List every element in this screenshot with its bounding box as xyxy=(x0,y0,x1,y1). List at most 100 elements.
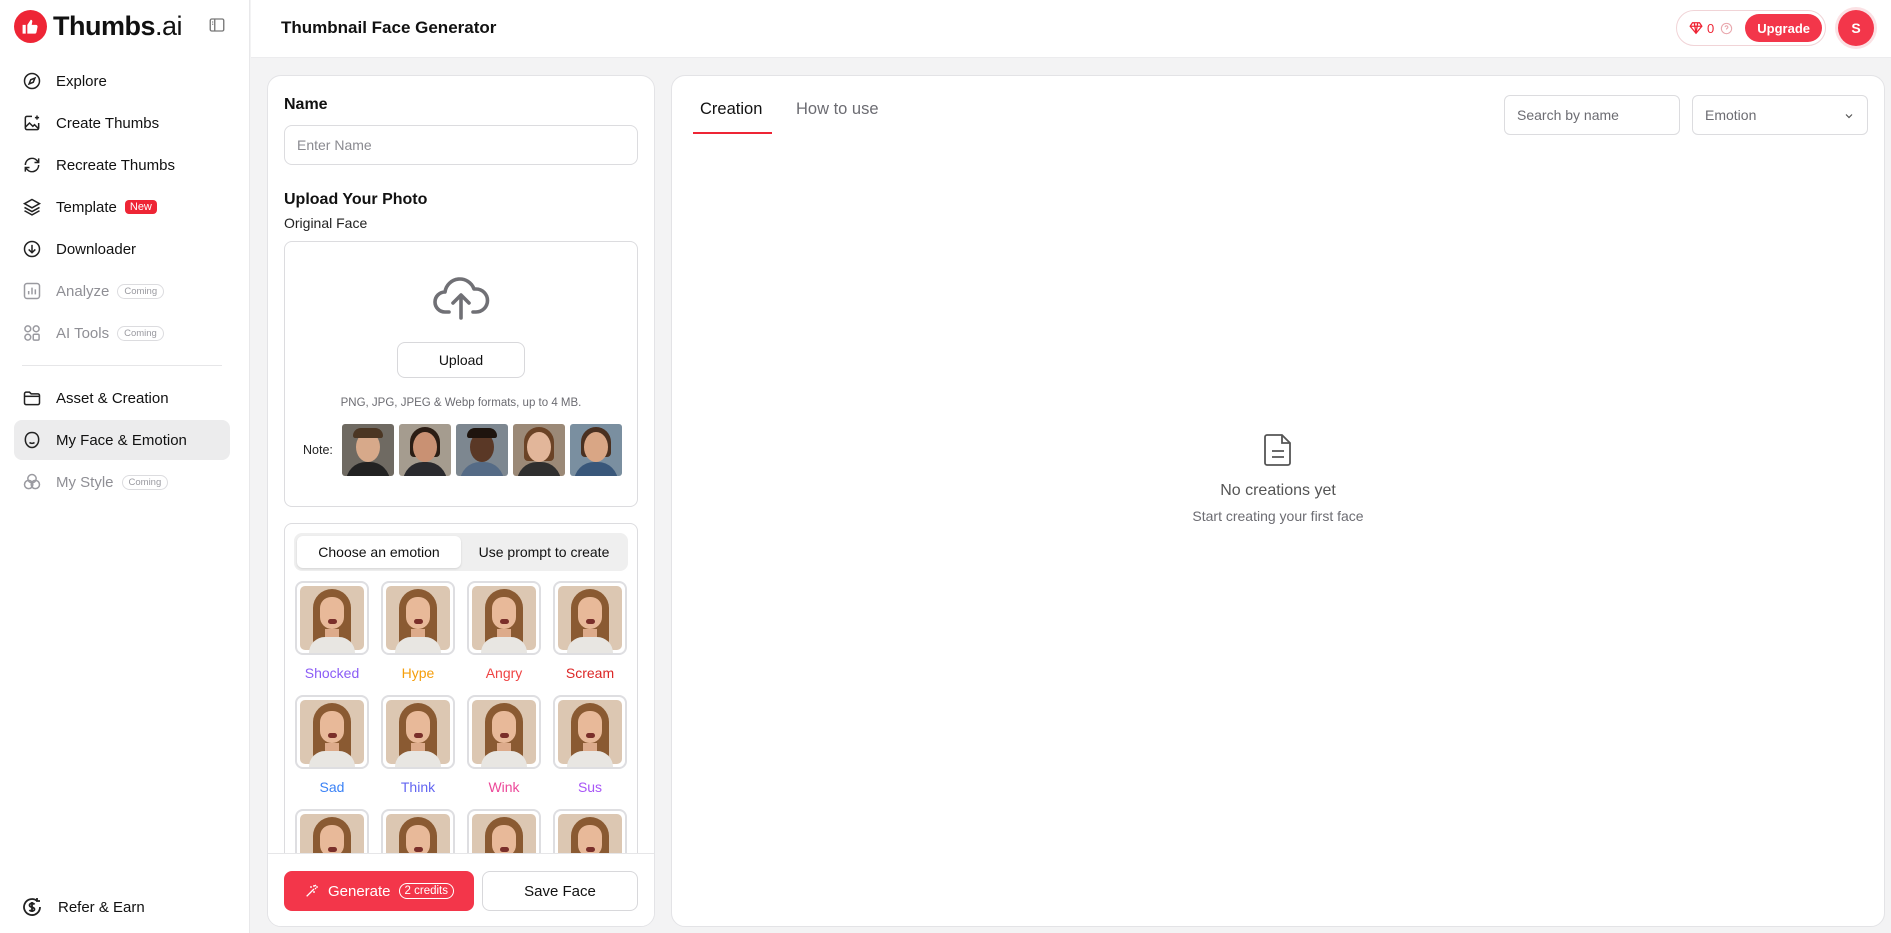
palette-icon xyxy=(23,473,41,490)
emotion-label: Think xyxy=(400,779,436,795)
sidebar-item-explore[interactable]: Explore xyxy=(14,61,230,101)
note-label: Note: xyxy=(303,443,333,457)
upload-button[interactable]: Upload xyxy=(397,342,525,378)
refresh-icon xyxy=(24,157,40,173)
emotion-label: Hype xyxy=(401,665,435,681)
smile-icon xyxy=(24,431,40,449)
example-face-image xyxy=(455,424,508,476)
name-title: Name xyxy=(284,96,328,113)
mode-segmented-control: Choose an emotion Use prompt to create xyxy=(294,533,628,571)
emotion-face-image xyxy=(295,581,369,655)
sidebar-item-my-style[interactable]: My Style Coming xyxy=(14,462,230,502)
sidebar-item-asset-creation[interactable]: Asset & Creation xyxy=(14,378,230,418)
sidebar-item-analyze[interactable]: Analyze Coming xyxy=(14,271,230,311)
sidebar-item-label: AI Tools xyxy=(56,324,110,342)
emotion-label: Shocked xyxy=(304,665,360,681)
sidebar-item-label: My Face & Emotion xyxy=(56,431,187,449)
page-title: Thumbnail Face Generator xyxy=(281,18,497,37)
emotion-option[interactable]: Hype xyxy=(381,581,455,681)
chevron-down-icon xyxy=(1845,114,1853,119)
empty-title: No creations yet xyxy=(1220,482,1336,499)
nav-divider xyxy=(22,365,222,366)
active-tab-indicator xyxy=(693,132,772,134)
sidebar-item-label: My Style xyxy=(56,473,114,491)
save-face-button[interactable]: Save Face xyxy=(482,871,638,911)
example-face-image xyxy=(398,424,451,476)
coming-badge: Coming xyxy=(121,474,169,490)
sidebar-item-label: Create Thumbs xyxy=(56,114,160,132)
magic-wand-icon xyxy=(306,884,318,897)
refer-and-earn-link[interactable]: Refer & Earn xyxy=(20,895,145,919)
emotion-filter-select[interactable]: Emotion xyxy=(1692,95,1868,135)
grid-icon xyxy=(24,325,40,341)
emotion-picker: Choose an emotion Use prompt to create S… xyxy=(284,523,638,883)
sidebar-item-label: Downloader xyxy=(56,240,137,258)
emotion-filter-value: Emotion xyxy=(1705,107,1757,123)
avatar[interactable]: S xyxy=(1838,10,1874,46)
dollar-refresh-icon xyxy=(23,898,41,916)
help-icon[interactable] xyxy=(1720,22,1733,35)
emotion-label: Sad xyxy=(319,779,345,795)
generate-button[interactable]: Generate 2 credits xyxy=(284,871,474,911)
emotion-label: Angry xyxy=(485,665,523,681)
document-icon xyxy=(1264,434,1291,466)
new-badge: New xyxy=(124,200,157,214)
layers-icon xyxy=(22,198,42,216)
upload-title: Upload Your Photo xyxy=(284,191,428,208)
emotion-option[interactable]: Shocked xyxy=(295,581,369,681)
refer-label: Refer & Earn xyxy=(58,898,145,916)
sidebar-nav: Explore Create Thumbs Recreate Thumbs Te… xyxy=(14,61,230,504)
upload-formats-hint: PNG, JPG, JPEG & Webp formats, up to 4 M… xyxy=(340,397,582,409)
upload-dropzone[interactable]: Upload PNG, JPG, JPEG & Webp formats, up… xyxy=(284,241,638,507)
thumbs-up-icon xyxy=(14,9,47,43)
sidebar-item-ai-tools[interactable]: AI Tools Coming xyxy=(14,313,230,353)
credits-widget: 0 Upgrade xyxy=(1676,10,1826,46)
sidebar-item-label: Asset & Creation xyxy=(56,389,169,407)
sidebar-item-label: Recreate Thumbs xyxy=(56,156,175,174)
sidebar-item-my-face-emotion[interactable]: My Face & Emotion xyxy=(14,420,230,460)
empty-state: No creations yet Start creating your fir… xyxy=(672,432,1884,524)
folder-icon xyxy=(23,391,41,406)
image-sparkle-icon xyxy=(24,115,40,131)
face-form-panel: Name Upload Your Photo Original Face Upl… xyxy=(267,75,655,927)
sidebar-item-downloader[interactable]: Downloader xyxy=(14,229,230,269)
emotion-face-image xyxy=(295,695,369,769)
brand-logo[interactable]: Thumbs.ai xyxy=(14,9,183,43)
coming-badge: Coming xyxy=(117,325,164,341)
cloud-upload-icon xyxy=(433,277,490,320)
example-face-image xyxy=(341,424,394,476)
tab-choose-emotion[interactable]: Choose an emotion xyxy=(297,536,461,568)
brand-name: Thumbs xyxy=(53,10,156,41)
upgrade-button[interactable]: Upgrade xyxy=(1745,14,1822,42)
sidebar-toggle-icon[interactable] xyxy=(208,16,228,36)
name-input[interactable] xyxy=(284,125,638,165)
sidebar-item-recreate-thumbs[interactable]: Recreate Thumbs xyxy=(14,145,230,185)
credit-count: 0 xyxy=(1707,20,1715,36)
chart-icon xyxy=(23,282,41,300)
credits-cost-badge: 2 credits xyxy=(398,883,454,899)
tab-creation[interactable]: Creation xyxy=(700,100,762,119)
emotion-option[interactable]: Angry xyxy=(467,581,541,681)
emotion-option[interactable]: Wink xyxy=(467,695,541,795)
example-face-image xyxy=(512,424,565,476)
form-footer: Generate 2 credits Save Face xyxy=(268,853,654,926)
sidebar-item-label: Explore xyxy=(56,72,107,90)
emotion-option[interactable]: Scream xyxy=(553,581,627,681)
emotion-face-image xyxy=(553,581,627,655)
emotion-option[interactable]: Think xyxy=(381,695,455,795)
tab-how-to-use[interactable]: How to use xyxy=(796,100,879,119)
search-input[interactable] xyxy=(1504,95,1680,135)
emotion-face-image xyxy=(553,695,627,769)
original-face-label: Original Face xyxy=(284,215,368,231)
sidebar-item-template[interactable]: Template New xyxy=(14,187,230,227)
emotion-face-image xyxy=(467,581,541,655)
download-icon xyxy=(23,240,41,258)
top-header: Thumbnail Face Generator 0 Upgrade S xyxy=(251,0,1891,58)
compass-icon xyxy=(23,72,41,90)
emotion-option[interactable]: Sus xyxy=(553,695,627,795)
sidebar-item-create-thumbs[interactable]: Create Thumbs xyxy=(14,103,230,143)
emotion-option[interactable]: Sad xyxy=(295,695,369,795)
tab-use-prompt[interactable]: Use prompt to create xyxy=(463,536,625,568)
brand-suffix: .ai xyxy=(155,10,183,41)
example-faces: Note: xyxy=(303,424,627,476)
